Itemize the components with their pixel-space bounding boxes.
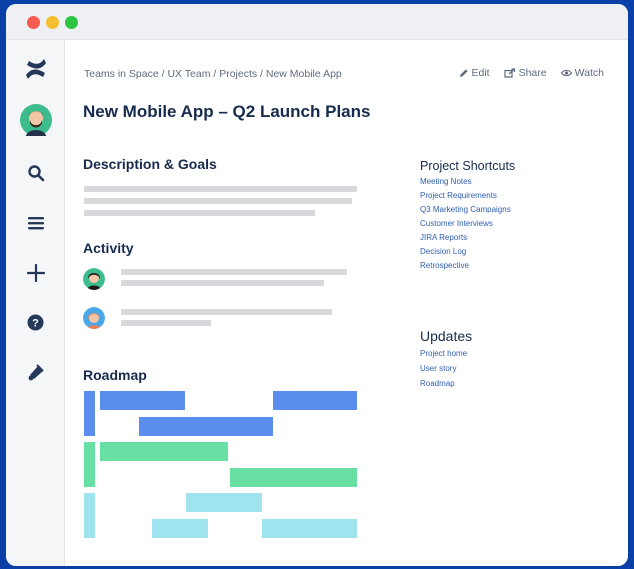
pencil-icon bbox=[459, 69, 468, 77]
roadmap-heading: Roadmap bbox=[83, 367, 147, 383]
placeholder-text-line bbox=[121, 280, 324, 286]
roadmap-lane-marker-blue bbox=[84, 391, 95, 436]
main-content: Teams in Space / UX Team / Projects / Ne… bbox=[65, 40, 628, 566]
breadcrumb[interactable]: Teams in Space / UX Team / Projects / Ne… bbox=[84, 68, 342, 80]
activity-avatar-2[interactable] bbox=[83, 307, 105, 329]
updates-heading: Updates bbox=[420, 328, 473, 344]
placeholder-text-line bbox=[84, 186, 357, 192]
plus-icon[interactable] bbox=[6, 264, 65, 282]
app-window: ? Teams in Space / UX Team / Projects / … bbox=[6, 4, 628, 566]
placeholder-text-line bbox=[84, 198, 352, 204]
placeholder-text-line bbox=[121, 309, 332, 315]
page-toolbar: Edit Share Watch bbox=[459, 67, 604, 79]
shortcut-link-jira-reports[interactable]: JIRA Reports bbox=[420, 233, 467, 242]
shortcut-link-q3-marketing-campaigns[interactable]: Q3 Marketing Campaigns bbox=[420, 205, 511, 214]
shortcut-link-meeting-notes[interactable]: Meeting Notes bbox=[420, 177, 472, 186]
roadmap-bar[interactable] bbox=[139, 417, 273, 436]
activity-avatar-1[interactable] bbox=[83, 268, 105, 290]
watch-button[interactable]: Watch bbox=[560, 67, 604, 79]
share-button[interactable]: Share bbox=[503, 67, 547, 79]
watch-label: Watch bbox=[574, 67, 604, 79]
roadmap-bar[interactable] bbox=[273, 391, 357, 410]
eye-icon bbox=[560, 69, 572, 77]
shortcut-link-customer-interviews[interactable]: Customer Interviews bbox=[420, 219, 493, 228]
roadmap-bar[interactable] bbox=[152, 519, 208, 538]
roadmap-bar[interactable] bbox=[100, 391, 185, 410]
roadmap-lane-marker-cyan bbox=[84, 493, 95, 538]
maximize-window-button[interactable] bbox=[65, 16, 78, 29]
sidebar: ? bbox=[6, 40, 65, 566]
activity-heading: Activity bbox=[83, 240, 134, 256]
placeholder-text-line bbox=[84, 210, 315, 216]
update-link-project-home[interactable]: Project home bbox=[420, 349, 467, 358]
title-bar bbox=[6, 4, 628, 40]
roadmap-bar[interactable] bbox=[230, 468, 357, 487]
minimize-window-button[interactable] bbox=[46, 16, 59, 29]
menu-icon[interactable] bbox=[6, 215, 65, 231]
roadmap-lane-marker-green bbox=[84, 442, 95, 487]
edit-label: Edit bbox=[471, 67, 490, 79]
close-window-button[interactable] bbox=[27, 16, 40, 29]
update-link-user-story[interactable]: User story bbox=[420, 364, 456, 373]
description-heading: Description & Goals bbox=[83, 156, 217, 172]
roadmap-bar[interactable] bbox=[262, 519, 357, 538]
shortcut-link-decision-log[interactable]: Decision Log bbox=[420, 247, 466, 256]
help-icon[interactable]: ? bbox=[6, 314, 65, 331]
share-icon bbox=[503, 68, 515, 78]
confluence-logo-icon[interactable] bbox=[6, 56, 65, 82]
roadmap-bar[interactable] bbox=[100, 442, 228, 461]
user-avatar-icon[interactable] bbox=[6, 104, 65, 136]
notifications-icon[interactable] bbox=[6, 363, 65, 381]
project-shortcuts-heading: Project Shortcuts bbox=[420, 159, 516, 173]
shortcut-link-retrospective[interactable]: Retrospective bbox=[420, 261, 469, 270]
search-icon[interactable] bbox=[6, 164, 65, 182]
page-title: New Mobile App – Q2 Launch Plans bbox=[83, 102, 371, 121]
shortcut-link-project-requirements[interactable]: Project Requirements bbox=[420, 191, 497, 200]
placeholder-text-line bbox=[121, 269, 347, 275]
roadmap-bar[interactable] bbox=[186, 493, 262, 512]
update-link-roadmap[interactable]: Roadmap bbox=[420, 379, 455, 388]
share-label: Share bbox=[518, 67, 547, 79]
svg-text:?: ? bbox=[32, 318, 39, 330]
edit-button[interactable]: Edit bbox=[459, 67, 490, 79]
placeholder-text-line bbox=[121, 320, 211, 326]
